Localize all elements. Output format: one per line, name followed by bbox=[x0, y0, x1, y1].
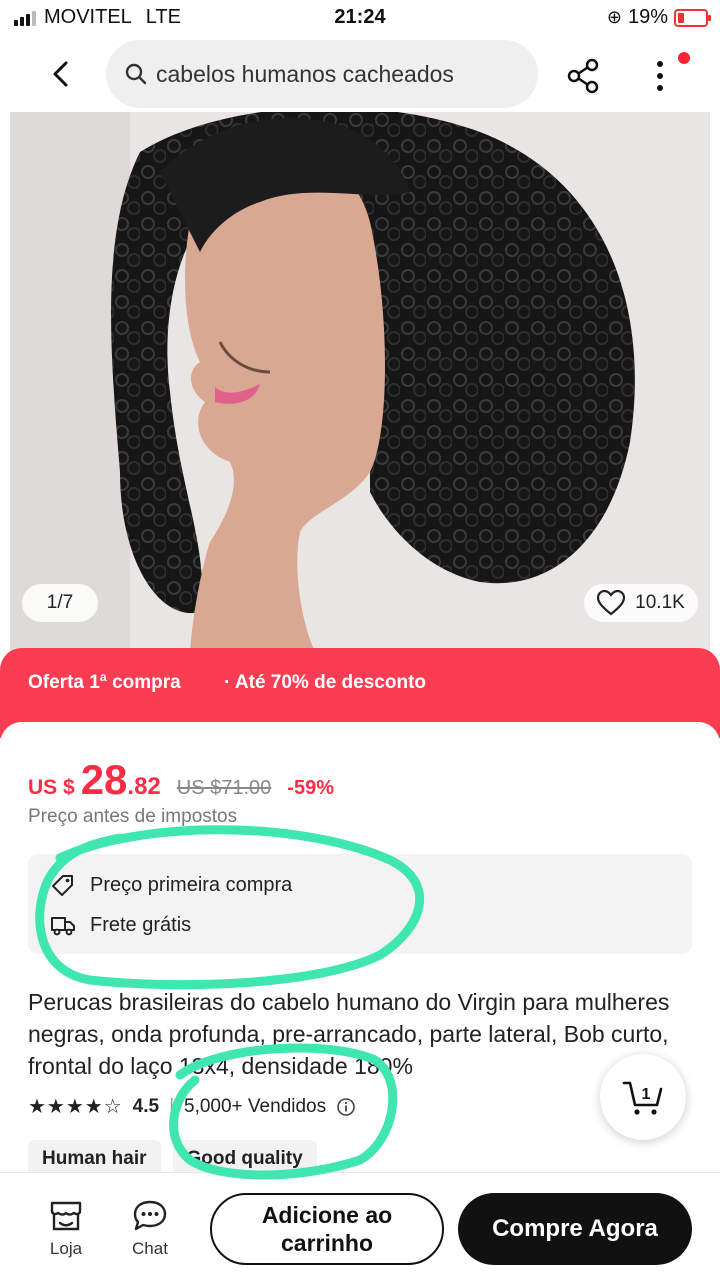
discount-badge: -59% bbox=[287, 777, 334, 799]
status-bar: MOVITEL LTE 21:24 ⊕ 19% bbox=[0, 0, 720, 36]
tag-icon bbox=[52, 875, 73, 896]
promo-label: Oferta 1ª compra bbox=[28, 672, 181, 693]
search-bar[interactable]: cabelos humanos cacheados bbox=[106, 40, 538, 108]
buy-now-label: Compre Agora bbox=[492, 1215, 658, 1242]
tax-note: Preço antes de impostos bbox=[28, 806, 238, 827]
rating-row[interactable]: ★★★★☆ 4.5 | 5,000+ Vendidos bbox=[28, 1094, 356, 1119]
sold-count: 5,000+ Vendidos bbox=[184, 1095, 327, 1117]
product-title[interactable]: Perucas brasileiras do cabelo humano do … bbox=[28, 986, 698, 1082]
add-to-cart-label: Adicione ao carrinho bbox=[261, 1202, 393, 1256]
cart-count: 1 bbox=[642, 1086, 651, 1103]
top-bar: cabelos humanos cacheados bbox=[0, 36, 720, 112]
benefit-free-shipping: Frete grátis bbox=[50, 912, 191, 938]
search-icon bbox=[125, 63, 147, 85]
cart-button[interactable]: 1 bbox=[600, 1054, 686, 1140]
favorite-button[interactable]: 10.1K bbox=[584, 584, 698, 622]
rating-stars: ★★★★☆ bbox=[28, 1096, 123, 1118]
benefit-first-purchase: Preço primeira compra bbox=[50, 872, 292, 898]
original-price: US $71.00 bbox=[176, 777, 272, 799]
battery-icon bbox=[674, 8, 711, 27]
rating-divider: | bbox=[169, 1095, 175, 1117]
back-button[interactable] bbox=[40, 54, 80, 94]
price-cents: .82 bbox=[127, 773, 161, 800]
back-icon bbox=[53, 61, 68, 87]
benefit-first-purchase-label: Preço primeira compra bbox=[90, 873, 293, 896]
info-icon[interactable] bbox=[336, 1097, 356, 1117]
buy-now-button[interactable]: Compre Agora bbox=[458, 1193, 692, 1265]
chat-label: Chat bbox=[132, 1239, 168, 1258]
rotation-lock-icon: ⊕ bbox=[606, 7, 622, 27]
more-icon bbox=[657, 61, 663, 91]
wig-photo bbox=[10, 112, 710, 658]
cart-icon: 1 bbox=[622, 1081, 663, 1115]
truck-icon bbox=[51, 917, 75, 936]
store-label: Loja bbox=[49, 1239, 83, 1258]
store-icon bbox=[50, 1201, 82, 1231]
share-icon bbox=[567, 58, 599, 94]
image-counter: 1/7 bbox=[22, 584, 98, 622]
chat-button[interactable]: Chat bbox=[120, 1199, 180, 1259]
promo-discount: · Até 70% de desconto bbox=[224, 672, 427, 693]
share-button[interactable] bbox=[562, 54, 606, 98]
benefit-free-shipping-label: Frete grátis bbox=[90, 913, 192, 936]
more-button[interactable] bbox=[640, 54, 680, 98]
product-image[interactable]: 1/7 10.1K bbox=[10, 112, 710, 658]
store-button[interactable]: Loja bbox=[36, 1199, 96, 1259]
price-currency: US $ bbox=[28, 776, 75, 799]
battery-percent: 19% bbox=[627, 6, 668, 28]
price-integer: 28 bbox=[80, 756, 128, 803]
benefits-box[interactable]: Preço primeira compra Frete grátis bbox=[28, 854, 692, 954]
notification-dot bbox=[678, 52, 690, 64]
add-to-cart-button[interactable]: Adicione ao carrinho bbox=[210, 1193, 444, 1265]
likes-count: 10.1K bbox=[635, 592, 685, 613]
rating-value: 4.5 bbox=[132, 1095, 160, 1117]
price-row: US $ 28 .82 US $71.00 -59% bbox=[28, 756, 334, 804]
heart-icon bbox=[597, 590, 626, 616]
bottom-action-bar: Loja Chat Adicione ao carrinho Compre Ag… bbox=[0, 1172, 720, 1281]
chat-icon bbox=[133, 1200, 167, 1231]
search-query: cabelos humanos cacheados bbox=[156, 60, 454, 87]
